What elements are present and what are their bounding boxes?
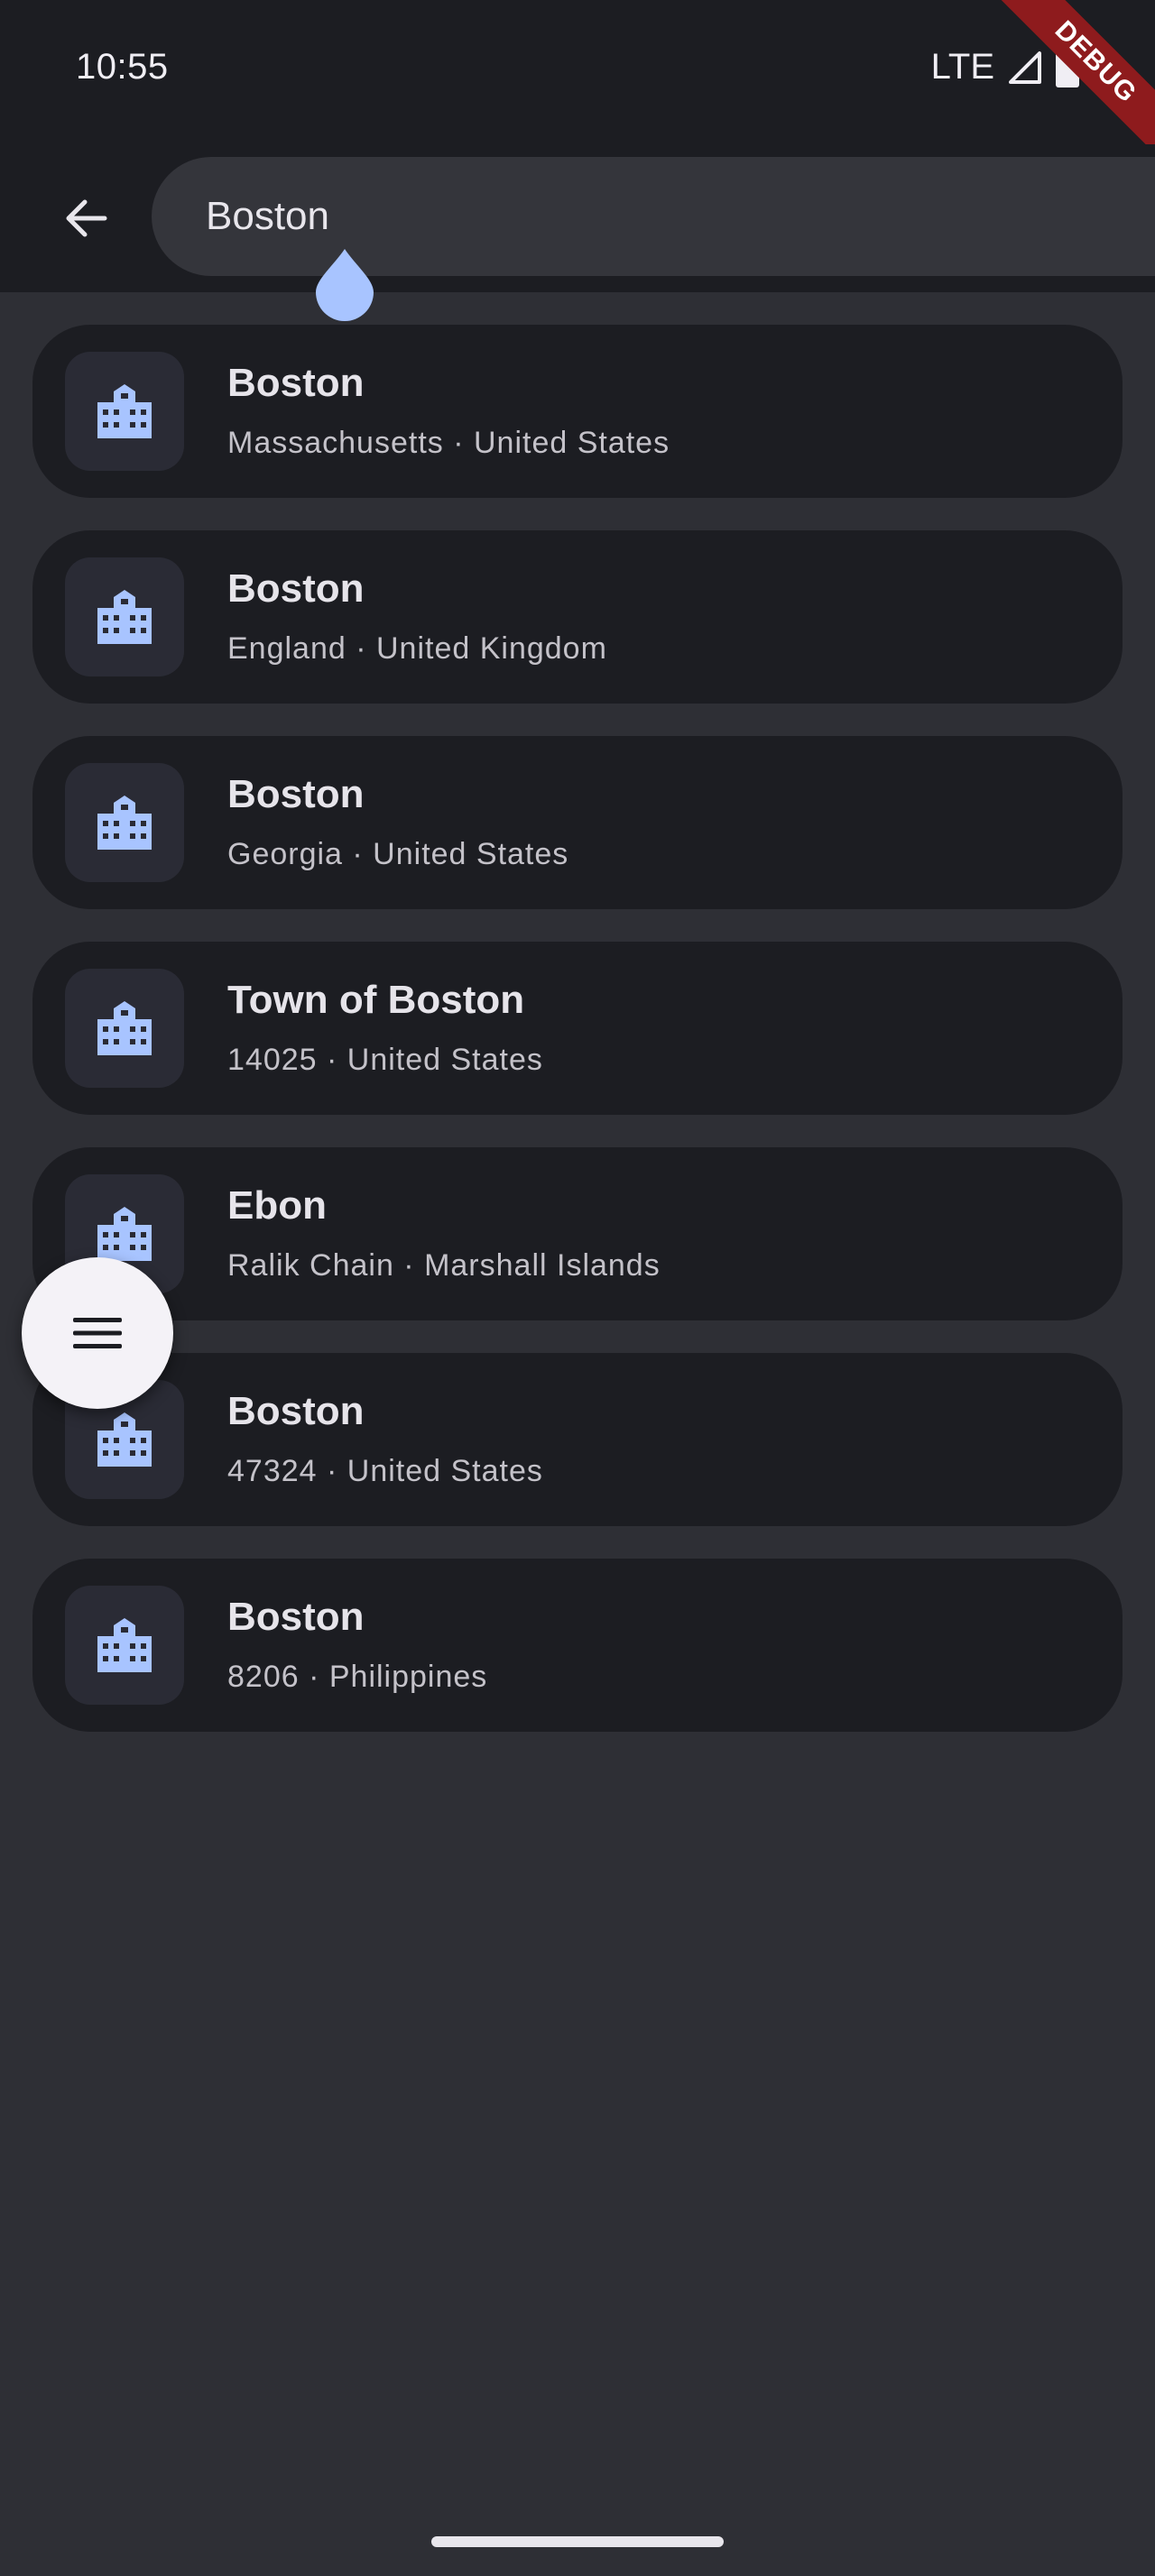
result-subtitle: 47324 · United States: [227, 1454, 543, 1488]
result-card[interactable]: Boston 47324 · United States: [32, 1353, 1123, 1526]
battery-icon: [1056, 47, 1079, 87]
result-card[interactable]: Boston 8206 · Philippines: [32, 1559, 1123, 1732]
result-card[interactable]: Boston England · United Kingdom: [32, 530, 1123, 704]
result-subtitle: 14025 · United States: [227, 1043, 543, 1077]
result-subtitle: England · United Kingdom: [227, 631, 607, 666]
results-list: Boston Massachusetts · United States Bosto…: [32, 325, 1123, 1764]
search-header: [0, 144, 1155, 292]
signal-triangle-icon: [1009, 51, 1041, 84]
result-subtitle: Massachusetts · United States: [227, 426, 670, 460]
result-title: Boston: [227, 772, 365, 816]
status-bar: 10:55 LTE: [0, 0, 1155, 144]
status-indicators: LTE: [931, 47, 1079, 87]
search-field[interactable]: [152, 157, 1155, 276]
result-title: Boston: [227, 1595, 365, 1639]
result-card[interactable]: Boston Massachusetts · United States: [32, 325, 1123, 498]
city-icon: [65, 352, 184, 471]
menu-fab-button[interactable]: [22, 1257, 173, 1409]
city-icon: [65, 969, 184, 1088]
result-title: Boston: [227, 566, 365, 611]
result-subtitle: 8206 · Philippines: [227, 1660, 488, 1694]
result-title: Town of Boston: [227, 978, 525, 1022]
arrow-back-icon: [66, 199, 107, 237]
home-indicator[interactable]: [431, 2536, 724, 2547]
result-title: Ebon: [227, 1183, 327, 1228]
status-time: 10:55: [76, 47, 169, 87]
result-title: Boston: [227, 361, 365, 405]
menu-icon: [73, 1318, 122, 1348]
result-subtitle: Ralik Chain · Marshall Islands: [227, 1248, 661, 1283]
city-icon: [65, 1586, 184, 1705]
caret-handle-icon[interactable]: [316, 249, 374, 321]
result-subtitle: Georgia · United States: [227, 837, 569, 871]
network-label: LTE: [930, 47, 994, 87]
result-title: Boston: [227, 1389, 365, 1433]
back-button[interactable]: [51, 182, 123, 254]
result-card[interactable]: Town of Boston 14025 · United States: [32, 942, 1123, 1115]
city-icon: [65, 763, 184, 882]
city-icon: [65, 557, 184, 676]
result-card[interactable]: Ebon Ralik Chain · Marshall Islands: [32, 1147, 1123, 1320]
result-card[interactable]: Boston Georgia · United States: [32, 736, 1123, 909]
